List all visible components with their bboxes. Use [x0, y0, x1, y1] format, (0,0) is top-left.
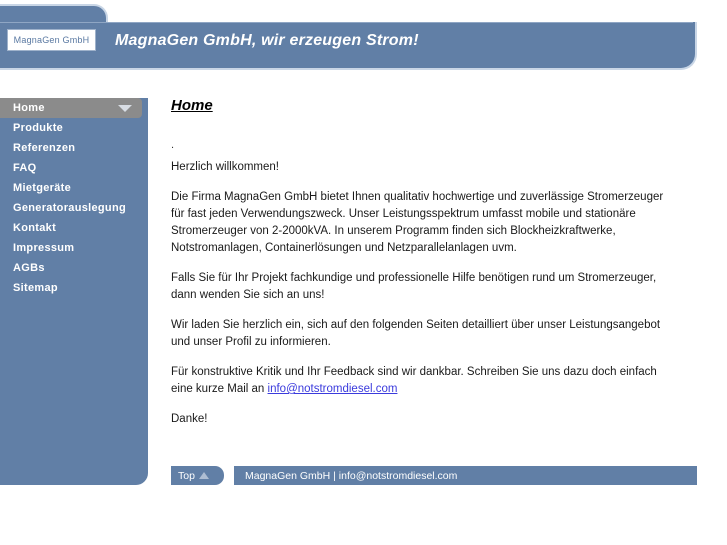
- page-title: Home: [171, 97, 213, 114]
- sidebar-item-impressum[interactable]: Impressum: [0, 238, 148, 258]
- sidebar-item-label: Mietgeräte: [13, 182, 72, 194]
- sidebar-item-label: Home: [13, 102, 45, 114]
- sidebar-item-label: Kontakt: [13, 222, 57, 234]
- site-footer: Top MagnaGen GmbH | info@notstromdiesel.…: [171, 466, 697, 485]
- logo-text: MagnaGen GmbH: [13, 35, 90, 45]
- greeting-text: Herzlich willkommen!: [171, 161, 279, 173]
- sidebar-item-kontakt[interactable]: Kontakt: [0, 218, 148, 238]
- sidebar-item-label: Referenzen: [13, 142, 76, 154]
- sidebar-item-label: Sitemap: [13, 282, 58, 294]
- paragraph-thanks: Danke!: [171, 413, 208, 425]
- content-dot: .: [171, 139, 175, 151]
- sidebar-item-referenzen[interactable]: Referenzen: [0, 138, 148, 158]
- sidebar-item-label: Impressum: [13, 242, 75, 254]
- sidebar-item-mietgeraete[interactable]: Mietgeräte: [0, 178, 148, 198]
- site-logo[interactable]: MagnaGen GmbH: [7, 29, 96, 51]
- sidebar-item-faq[interactable]: FAQ: [0, 158, 148, 178]
- site-header: MagnaGen GmbH MagnaGen GmbH, wir erzeuge…: [0, 0, 727, 92]
- sidebar-item-label: AGBs: [13, 262, 45, 274]
- triangle-up-icon: [198, 472, 209, 479]
- sidebar-item-generatorauslegung[interactable]: Generatorauslegung: [0, 198, 148, 218]
- feedback-text: Für konstruktive Kritik und Ihr Feedback…: [171, 366, 657, 395]
- paragraph-support: Falls Sie für Ihr Projekt fachkundige un…: [171, 272, 657, 301]
- sidebar-item-label: Produkte: [13, 122, 64, 134]
- footer-bar: MagnaGen GmbH | info@notstromdiesel.com: [234, 466, 697, 485]
- sidebar-item-sitemap[interactable]: Sitemap: [0, 278, 148, 298]
- main-content: Home . Herzlich willkommen! Die Firma Ma…: [171, 96, 667, 428]
- site-title: MagnaGen GmbH, wir erzeugen Strom!: [115, 32, 419, 49]
- sidebar-item-label: FAQ: [13, 162, 37, 174]
- sidebar-nav: Home Produkte Referenzen FAQ Mietgeräte …: [0, 98, 148, 298]
- paragraph-feedback: Für konstruktive Kritik und Ihr Feedback…: [171, 364, 667, 398]
- top-button-label: Top: [178, 469, 195, 482]
- sidebar-item-produkte[interactable]: Produkte: [0, 118, 148, 138]
- sidebar: Home Produkte Referenzen FAQ Mietgeräte …: [0, 98, 148, 485]
- sidebar-item-home[interactable]: Home: [0, 98, 142, 118]
- paragraph-invitation: Wir laden Sie herzlich ein, sich auf den…: [171, 319, 661, 348]
- chevron-down-icon[interactable]: [118, 105, 132, 112]
- paragraph-company-intro: Die Firma MagnaGen GmbH bietet Ihnen qua…: [171, 191, 664, 254]
- sidebar-item-agbs[interactable]: AGBs: [0, 258, 148, 278]
- footer-copyright: MagnaGen GmbH | info@notstromdiesel.com: [245, 469, 458, 482]
- email-link[interactable]: info@notstromdiesel.com: [268, 383, 398, 395]
- back-to-top-button[interactable]: Top: [171, 466, 224, 485]
- sidebar-item-label: Generatorauslegung: [13, 202, 126, 214]
